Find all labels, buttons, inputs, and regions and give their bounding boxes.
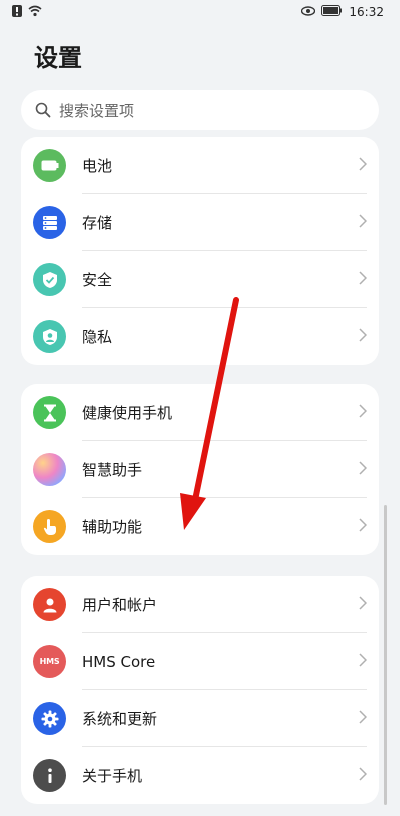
hms-icon-text: HMS [39,657,60,666]
search-icon [35,102,51,118]
chevron-right-icon [359,518,367,532]
notification-icon [12,5,22,20]
status-left [12,5,42,20]
settings-item-hms-core[interactable]: HMS HMS Core [21,633,379,690]
assistant-icon [33,453,66,486]
chevron-right-icon [359,461,367,475]
settings-item-storage[interactable]: 存储 [21,194,379,251]
chevron-right-icon [359,328,367,342]
search-placeholder: 搜索设置项 [59,101,135,120]
hand-pointer-icon [33,510,66,543]
settings-item-smart-assistant[interactable]: 智慧助手 [21,441,379,498]
privacy-icon [33,320,66,353]
status-bar: 16:32 [0,0,400,26]
status-time: 16:32 [349,5,384,19]
settings-item-label: HMS Core [82,652,156,671]
settings-item-accessibility[interactable]: 辅助功能 [21,498,379,555]
settings-item-label: 隐私 [82,328,113,346]
chevron-right-icon [359,404,367,418]
chevron-right-icon [359,596,367,610]
page-title: 设置 [34,44,82,72]
settings-item-label: 关于手机 [82,767,143,785]
settings-item-security[interactable]: 安全 [21,251,379,308]
chevron-right-icon [359,271,367,285]
hms-core-icon: HMS [33,645,66,678]
chevron-right-icon [359,710,367,724]
battery-icon [33,149,66,182]
chevron-right-icon [359,214,367,228]
chevron-right-icon [359,653,367,667]
settings-item-users-accounts[interactable]: 用户和帐户 [21,576,379,633]
chevron-right-icon [359,157,367,171]
settings-item-label: 智慧助手 [82,461,143,479]
settings-item-label: 系统和更新 [82,710,158,728]
settings-group-1: 电池 存储 安全 隐私 [21,137,379,365]
user-icon [33,588,66,621]
status-right: 16:32 [301,5,384,19]
settings-item-label: 健康使用手机 [82,404,173,422]
settings-item-battery[interactable]: 电池 [21,137,379,194]
settings-item-label: 用户和帐户 [82,596,158,614]
settings-group-2: 健康使用手机 智慧助手 辅助功能 [21,384,379,555]
chevron-right-icon [359,767,367,781]
settings-item-digital-balance[interactable]: 健康使用手机 [21,384,379,441]
battery-status-icon [321,5,343,19]
settings-group-3: 用户和帐户 HMS HMS Core 系统和更新 关于手机 [21,576,379,804]
storage-icon [33,206,66,239]
settings-item-label: 存储 [82,214,113,232]
scrollbar[interactable] [384,505,387,805]
settings-item-system-update[interactable]: 系统和更新 [21,690,379,747]
eye-icon [301,5,316,19]
settings-item-label: 电池 [82,157,113,175]
settings-item-privacy[interactable]: 隐私 [21,308,379,365]
wifi-icon [28,5,42,20]
info-icon [33,759,66,792]
hourglass-icon [33,396,66,429]
settings-item-label: 辅助功能 [82,518,143,536]
shield-check-icon [33,263,66,296]
settings-item-about-phone[interactable]: 关于手机 [21,747,379,804]
search-bar[interactable]: 搜索设置项 [21,90,379,130]
gear-icon [33,702,66,735]
settings-item-label: 安全 [82,271,113,289]
